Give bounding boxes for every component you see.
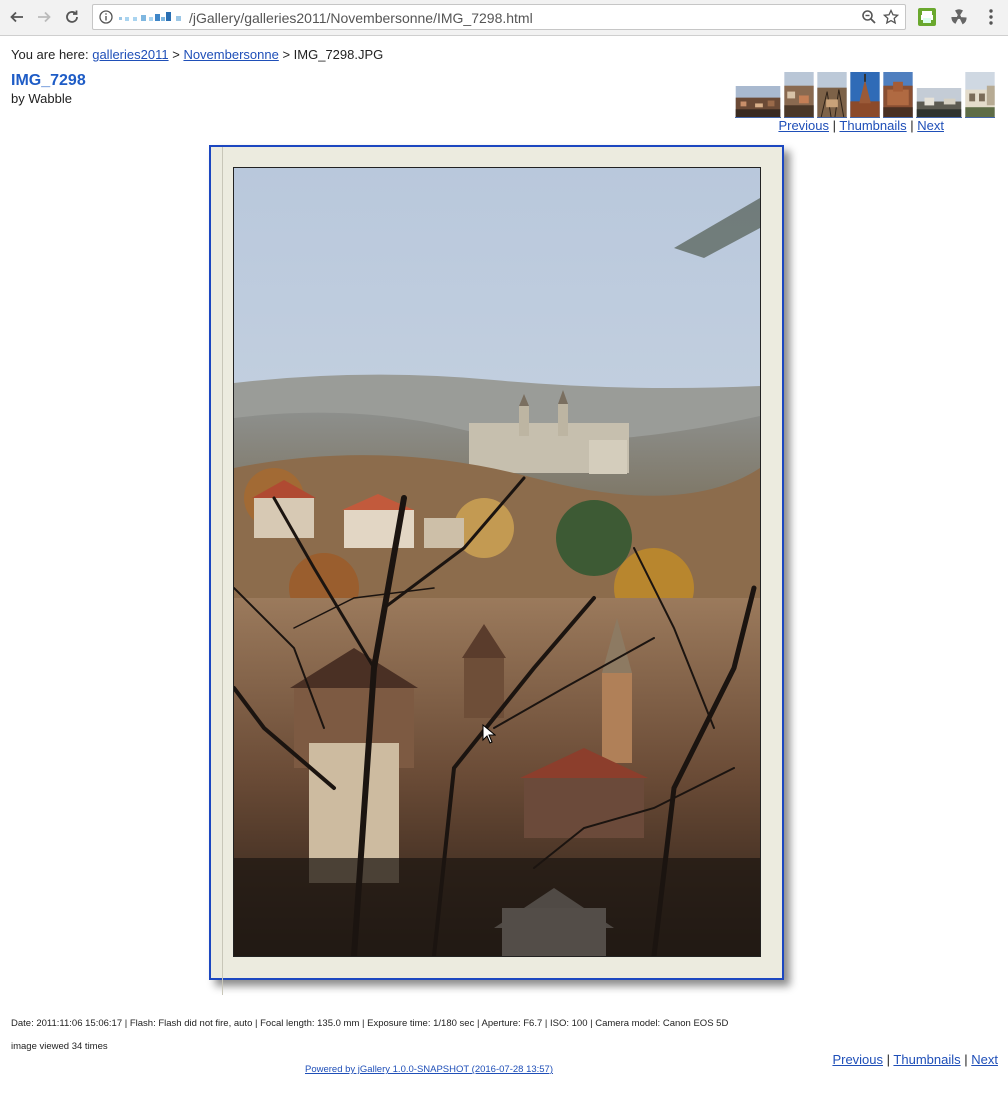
- breadcrumb-link-album[interactable]: Novembersonne: [183, 47, 278, 62]
- image-title: IMG_7298: [11, 72, 86, 89]
- zoom-icon[interactable]: [861, 9, 877, 25]
- breadcrumb-separator: >: [172, 47, 180, 62]
- thumbnail[interactable]: [817, 72, 847, 118]
- main-photo[interactable]: [233, 167, 761, 957]
- address-bar[interactable]: /jGallery/galleries2011/Novembersonne/IM…: [92, 4, 906, 30]
- forward-icon[interactable]: [33, 6, 55, 28]
- pager-top: Previous | Thumbnails | Next: [778, 118, 944, 133]
- exif-info: Date: 2011:11:06 15:06:17 | Flash: Flash…: [11, 1018, 729, 1029]
- pager-separator: |: [964, 1052, 968, 1067]
- bookmark-star-icon[interactable]: [883, 9, 899, 25]
- browser-toolbar: /jGallery/galleries2011/Novembersonne/IM…: [0, 0, 1008, 36]
- pager-separator: |: [910, 118, 914, 133]
- radiation-extension-icon[interactable]: [950, 8, 968, 26]
- mouse-cursor-icon: [482, 724, 496, 744]
- pager-separator: |: [886, 1052, 891, 1067]
- breadcrumb-separator: >: [282, 47, 291, 62]
- pager-bottom: Previous | Thumbnails | Next: [832, 1052, 998, 1067]
- thumbnail-strip: [735, 72, 997, 118]
- powered-by-link[interactable]: Powered by jGallery 1.0.0-SNAPSHOT (2016…: [305, 1064, 553, 1075]
- next-link[interactable]: Next: [971, 1052, 998, 1067]
- thumbnail[interactable]: [735, 86, 781, 118]
- breadcrumb: You are here: galleries2011 > Novemberso…: [11, 47, 383, 62]
- menu-icon[interactable]: [982, 8, 1000, 26]
- thumbnail[interactable]: [883, 72, 913, 118]
- thumbnail[interactable]: [916, 88, 962, 118]
- breadcrumb-current: IMG_7298.JPG: [293, 47, 384, 62]
- pager-separator: |: [832, 118, 837, 133]
- previous-link[interactable]: Previous: [778, 118, 829, 133]
- next-link[interactable]: Next: [917, 118, 944, 133]
- previous-link[interactable]: Previous: [832, 1052, 883, 1067]
- blurred-host: [119, 12, 181, 21]
- thumbnails-link[interactable]: Thumbnails: [893, 1052, 960, 1067]
- url-text: /jGallery/galleries2011/Novembersonne/IM…: [189, 10, 533, 26]
- reload-icon[interactable]: [61, 6, 83, 28]
- breadcrumb-link-galleries[interactable]: galleries2011: [92, 47, 168, 62]
- info-icon[interactable]: [99, 10, 113, 24]
- print-extension-icon[interactable]: [918, 8, 936, 26]
- thumbnail[interactable]: [850, 72, 880, 118]
- view-count: image viewed 34 times: [11, 1041, 108, 1052]
- thumbnails-link[interactable]: Thumbnails: [839, 118, 906, 133]
- frame-edge: [222, 147, 223, 995]
- thumbnail[interactable]: [784, 72, 814, 118]
- image-author: by Wabble: [11, 91, 72, 106]
- back-icon[interactable]: [6, 6, 28, 28]
- thumbnail[interactable]: [965, 72, 995, 118]
- town-landscape-photo: [234, 168, 760, 956]
- breadcrumb-prefix: You are here:: [11, 47, 89, 62]
